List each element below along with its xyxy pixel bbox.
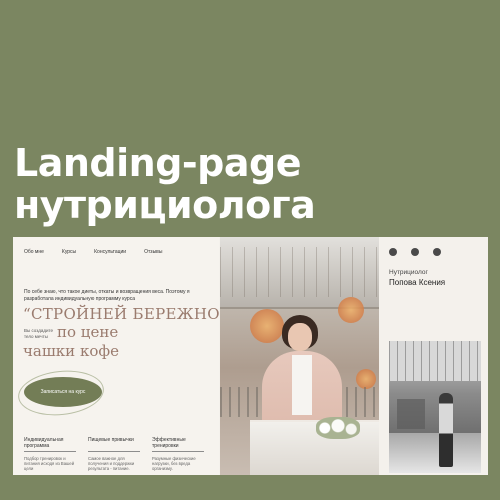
hero-photo [220, 237, 379, 475]
photo-person-shirt [292, 355, 312, 415]
page-headline: Landing-page нутрициолога [14, 141, 316, 227]
feature-title: Индивидуальная программа [24, 437, 76, 452]
bw-photo-arch [389, 341, 481, 381]
photo-lamp [356, 369, 376, 389]
profile-role: Нутрициолог [389, 269, 428, 276]
whatsapp-icon[interactable] [411, 248, 419, 256]
hero-title-line-2: по цене [57, 323, 119, 341]
bw-photo-stall [397, 399, 425, 429]
headline-line-2: нутрициолога [14, 183, 316, 227]
feature-description: Подбор тренировок и питания исходя из Ва… [24, 456, 75, 472]
telegram-icon[interactable] [433, 248, 441, 256]
photo-lamp [338, 297, 364, 323]
feature-description: Разумные физические нагрузки, без вреда … [152, 456, 196, 472]
nav-item-courses[interactable]: Курсы [62, 249, 76, 255]
photo-lamp [250, 309, 284, 343]
photo-flowers [316, 417, 360, 439]
bw-photo-person [439, 393, 453, 467]
bw-photo-floor [389, 433, 481, 473]
hero-title-course-name: “СТРОЙНЕЙ БЕРЕЖНО” [23, 305, 228, 323]
photo-arch-lines [220, 247, 379, 297]
feature-title: Эффективные тренировки [152, 437, 204, 452]
nav-item-about[interactable]: Обо мне [24, 249, 44, 255]
headline-line-1: Landing-page [14, 141, 301, 185]
profile-panel: Нутрициолог Попова Ксения [380, 237, 488, 475]
hero-intro-text: По себе знаю, что такое диеты, откаты и … [24, 289, 190, 302]
nav-item-reviews[interactable]: Отзывы [144, 249, 162, 255]
feature-item: Эффективные тренировки Разумные физическ… [152, 437, 204, 472]
feature-item: Пищевые привычки Самое важное для получе… [88, 437, 140, 472]
nav-item-consultations[interactable]: Консультации [94, 249, 126, 255]
profile-photo-bw [389, 341, 481, 473]
social-icons [389, 248, 441, 256]
feature-description: Самое важное для получения и поддержки р… [88, 456, 135, 472]
feature-item: Индивидуальная программа Подбор трениров… [24, 437, 76, 472]
hero-title-line-3: чашки кофе [23, 342, 119, 360]
profile-name: Попова Ксения [389, 278, 446, 287]
photo-person-face [288, 323, 312, 351]
top-nav: Обо мне Курсы Консультации Отзывы [24, 249, 180, 255]
hero-left-panel: Обо мне Курсы Консультации Отзывы По себ… [13, 237, 228, 475]
hero-small-note: Вы создадите тело мечты [24, 328, 53, 339]
features-list: Индивидуальная программа Подбор трениров… [24, 437, 204, 472]
vk-icon[interactable] [389, 248, 397, 256]
enroll-button[interactable]: Записаться на курс [24, 377, 102, 407]
feature-title: Пищевые привычки [88, 437, 140, 452]
landing-mockup: Обо мне Курсы Консультации Отзывы По себ… [13, 237, 488, 475]
